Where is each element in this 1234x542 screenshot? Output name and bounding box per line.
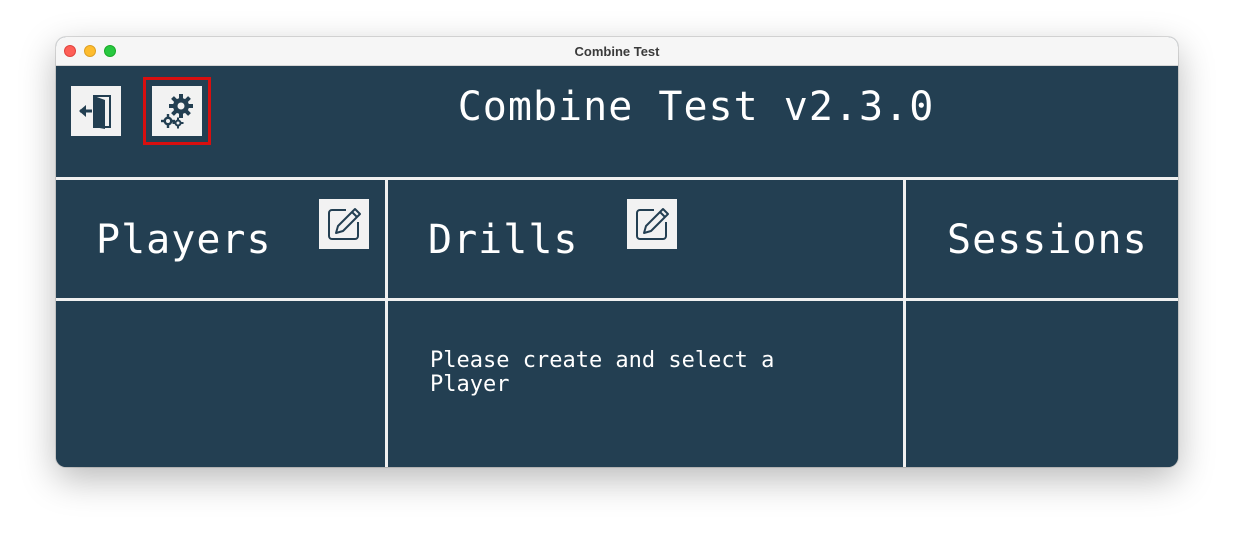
header-divider-top	[56, 177, 1178, 180]
edit-pencil-icon	[636, 208, 669, 240]
exit-button[interactable]	[71, 86, 121, 136]
drills-empty-message: Please create and select a Player	[430, 348, 775, 397]
app-title: Combine Test v2.3.0	[457, 84, 935, 130]
settings-highlight-box	[143, 77, 211, 145]
sessions-list[interactable]	[906, 301, 1178, 467]
window-title: Combine Test	[574, 44, 660, 59]
title-bar: Combine Test	[56, 37, 1178, 66]
edit-drills-button[interactable]	[627, 199, 677, 249]
players-header: Players	[96, 217, 272, 263]
edit-players-button[interactable]	[319, 199, 369, 249]
main-content: Combine Test v2.3.0 Players Drills Pleas…	[56, 66, 1178, 467]
drills-header: Drills	[428, 217, 579, 263]
edit-pencil-icon	[328, 208, 361, 240]
exit-door-icon	[79, 95, 111, 129]
column-divider-1	[385, 177, 388, 467]
app-window: Combine Test Combine Test v2.3.0 Players…	[56, 37, 1178, 467]
sessions-header: Sessions	[947, 217, 1148, 263]
players-list[interactable]	[56, 301, 385, 467]
